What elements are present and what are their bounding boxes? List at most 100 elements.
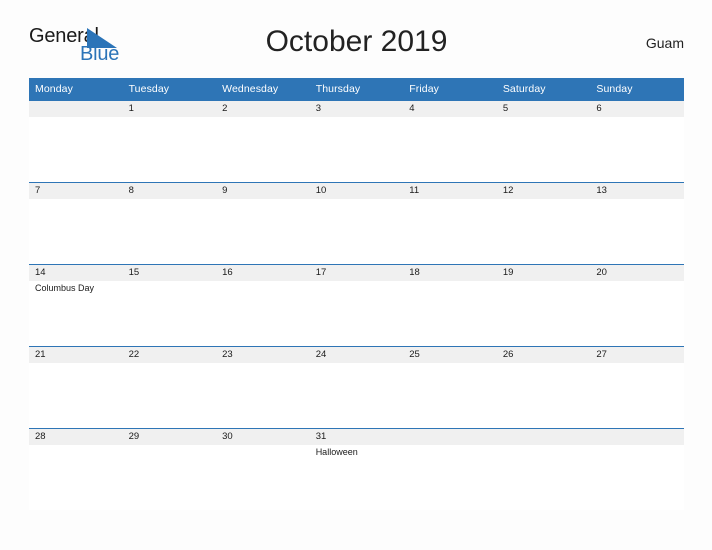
calendar-day-cell[interactable]: 26 bbox=[496, 346, 591, 429]
calendar-day-cell[interactable]: 27 bbox=[590, 346, 684, 429]
day-events bbox=[403, 363, 497, 364]
day-number: 15 bbox=[122, 265, 217, 281]
calendar-day-cell[interactable]: 20 bbox=[590, 264, 684, 347]
day-number: 25 bbox=[403, 347, 497, 363]
calendar-day-cell[interactable]: 7 bbox=[29, 182, 123, 265]
day-events: Columbus Day bbox=[29, 281, 123, 294]
day-number: 2 bbox=[216, 101, 310, 117]
day-events bbox=[29, 445, 123, 446]
calendar-day-cell[interactable]: 30 bbox=[216, 428, 310, 510]
calendar-day-cell[interactable]: 14 Columbus Day bbox=[29, 264, 123, 347]
calendar-day-cell[interactable]: 9 bbox=[216, 182, 310, 265]
day-events bbox=[403, 281, 497, 282]
calendar-container: Monday Tuesday Wednesday Thursday Friday… bbox=[29, 78, 684, 510]
calendar-day-cell[interactable]: 2 bbox=[216, 100, 310, 183]
day-events bbox=[216, 445, 310, 446]
day-events bbox=[310, 199, 404, 200]
day-number: 29 bbox=[122, 429, 217, 445]
weekday-header-saturday: Saturday bbox=[496, 78, 591, 101]
day-events bbox=[123, 117, 217, 118]
day-number: 11 bbox=[403, 183, 497, 199]
calendar-body: 1 2 3 4 5 6 7 8 9 10 11 12 13 14 Columbus Day 15 16 17 18 1… bbox=[29, 100, 684, 510]
weekday-header-wednesday: Wednesday bbox=[216, 78, 310, 101]
day-number: 8 bbox=[122, 183, 217, 199]
day-number: 4 bbox=[403, 101, 497, 117]
locale-label: Guam bbox=[645, 35, 684, 51]
day-number bbox=[590, 429, 684, 445]
calendar-day-cell[interactable]: 1 bbox=[122, 100, 217, 183]
calendar-day-cell[interactable]: 28 bbox=[29, 428, 123, 510]
day-number: 10 bbox=[309, 183, 404, 199]
day-number: 23 bbox=[216, 347, 310, 363]
day-number bbox=[29, 101, 123, 117]
calendar-day-cell[interactable]: 11 bbox=[403, 182, 497, 265]
calendar-day-cell[interactable]: 12 bbox=[496, 182, 591, 265]
day-events bbox=[497, 281, 591, 282]
calendar-day-cell[interactable]: 8 bbox=[122, 182, 217, 265]
calendar-day-cell-empty bbox=[590, 428, 684, 510]
day-number: 3 bbox=[309, 101, 404, 117]
calendar-day-cell[interactable]: 31 Halloween bbox=[309, 428, 404, 510]
day-number: 7 bbox=[29, 183, 123, 199]
day-number: 20 bbox=[590, 265, 684, 281]
day-events bbox=[310, 363, 404, 364]
day-number: 28 bbox=[29, 429, 123, 445]
day-events bbox=[403, 117, 497, 118]
day-number: 31 bbox=[309, 429, 404, 445]
calendar-day-cell[interactable]: 4 bbox=[403, 100, 497, 183]
day-events bbox=[123, 445, 217, 446]
calendar-day-cell[interactable]: 3 bbox=[309, 100, 404, 183]
day-number: 9 bbox=[216, 183, 310, 199]
day-events bbox=[123, 199, 217, 200]
day-number: 30 bbox=[216, 429, 310, 445]
page-title: October 2019 bbox=[265, 25, 448, 58]
calendar-day-cell[interactable]: 6 bbox=[590, 100, 684, 183]
calendar-table: Monday Tuesday Wednesday Thursday Friday… bbox=[29, 78, 684, 510]
calendar-day-cell[interactable]: 23 bbox=[216, 346, 310, 429]
day-events bbox=[497, 199, 591, 200]
calendar-day-cell[interactable]: 13 bbox=[590, 182, 684, 265]
calendar-header-row: Monday Tuesday Wednesday Thursday Friday… bbox=[29, 78, 684, 101]
day-events bbox=[403, 199, 497, 200]
day-events bbox=[29, 117, 123, 118]
calendar-day-cell[interactable]: 17 bbox=[309, 264, 404, 347]
weekday-header-thursday: Thursday bbox=[309, 78, 404, 101]
day-events bbox=[123, 281, 217, 282]
day-events bbox=[590, 199, 684, 200]
day-events bbox=[590, 445, 684, 446]
calendar-day-cell[interactable]: 5 bbox=[496, 100, 591, 183]
calendar-day-cell[interactable]: 19 bbox=[496, 264, 591, 347]
day-events bbox=[590, 363, 684, 364]
calendar-day-cell[interactable]: 29 bbox=[122, 428, 217, 510]
day-number: 26 bbox=[496, 347, 591, 363]
day-number: 13 bbox=[590, 183, 684, 199]
day-events bbox=[310, 281, 404, 282]
calendar-day-cell[interactable]: 15 bbox=[122, 264, 217, 347]
day-events bbox=[497, 363, 591, 364]
calendar-day-cell[interactable]: 18 bbox=[403, 264, 497, 347]
day-number: 22 bbox=[122, 347, 217, 363]
calendar-day-cell[interactable]: 25 bbox=[403, 346, 497, 429]
day-number: 27 bbox=[590, 347, 684, 363]
calendar-day-cell[interactable]: 16 bbox=[216, 264, 310, 347]
calendar-day-cell[interactable]: 24 bbox=[309, 346, 404, 429]
day-number bbox=[496, 429, 591, 445]
calendar-week-row: 123456 bbox=[29, 100, 684, 183]
day-events: Halloween bbox=[310, 445, 404, 458]
calendar-day-cell[interactable]: 21 bbox=[29, 346, 123, 429]
day-number: 16 bbox=[216, 265, 310, 281]
day-events bbox=[216, 199, 310, 200]
calendar-day-cell[interactable]: 22 bbox=[122, 346, 217, 429]
day-number: 18 bbox=[403, 265, 497, 281]
holiday-label: Columbus Day bbox=[35, 283, 95, 293]
weekday-header-tuesday: Tuesday bbox=[122, 78, 217, 101]
day-number: 17 bbox=[309, 265, 404, 281]
day-events bbox=[216, 281, 310, 282]
day-events bbox=[403, 445, 497, 446]
day-number: 12 bbox=[496, 183, 591, 199]
day-number: 21 bbox=[29, 347, 123, 363]
day-number: 5 bbox=[496, 101, 591, 117]
calendar-day-cell[interactable]: 10 bbox=[309, 182, 404, 265]
day-number: 19 bbox=[496, 265, 591, 281]
day-number bbox=[403, 429, 497, 445]
